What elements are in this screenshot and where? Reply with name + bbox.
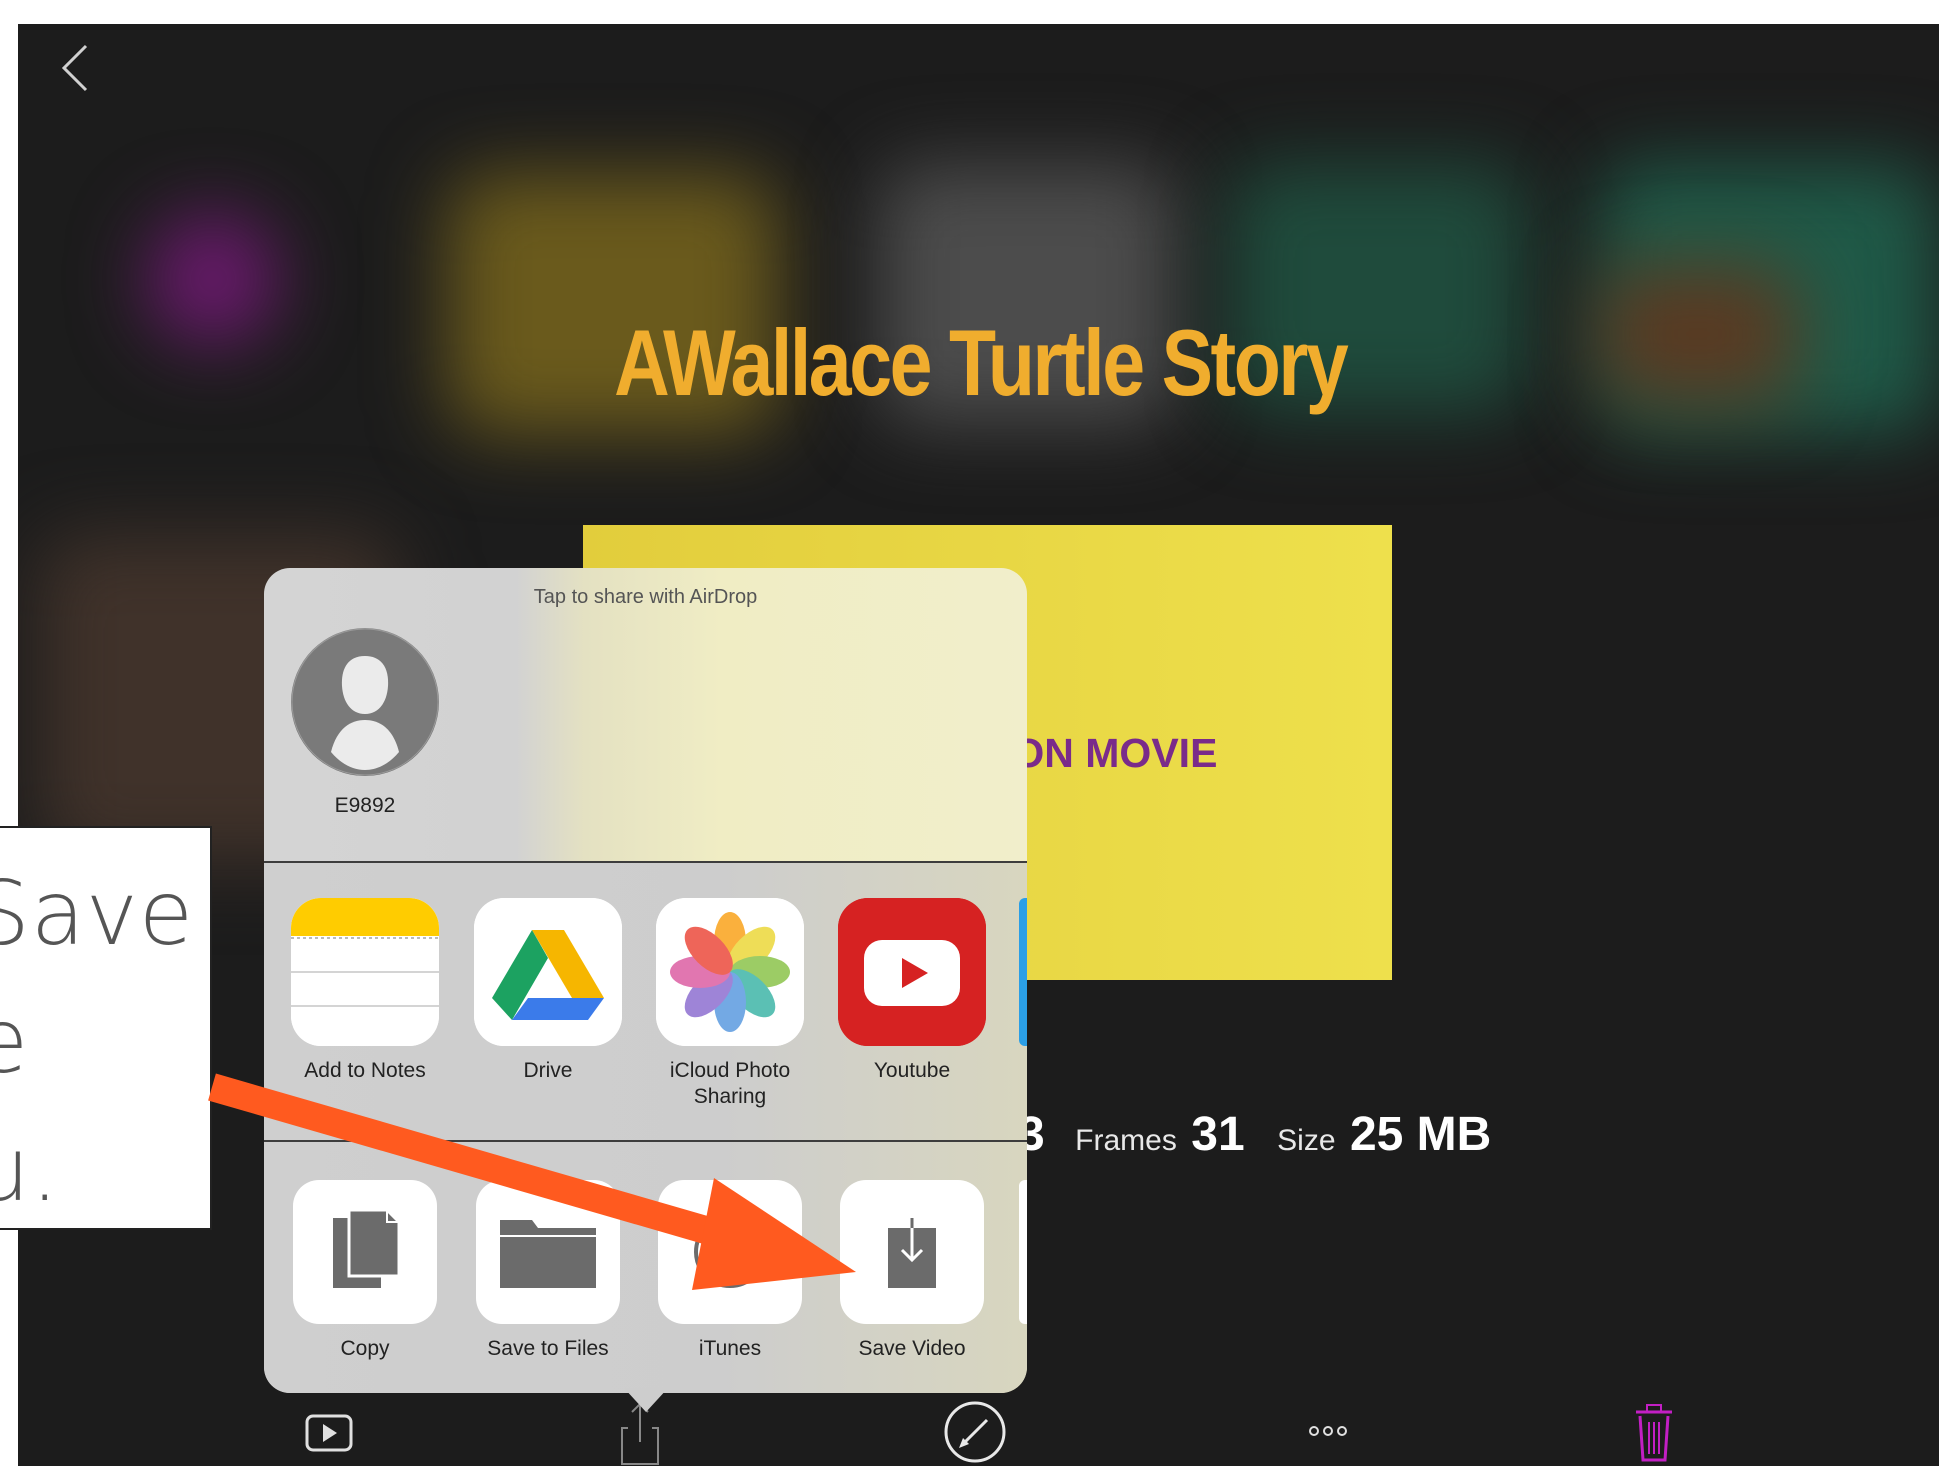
frames-label: Frames [1075, 1124, 1177, 1157]
thumbnail-title: ION MOVIE [1001, 730, 1218, 776]
app-label: Drive [523, 1059, 573, 1082]
airdrop-contact[interactable]: E9892 [290, 628, 440, 818]
app-youtube[interactable]: Youtube [837, 898, 987, 1084]
person-silhouette-icon [291, 628, 439, 776]
action-label: Copy [340, 1337, 390, 1360]
google-drive-icon [474, 898, 622, 1046]
bottom-toolbar [18, 1396, 1939, 1466]
airdrop-label: Tap to share with AirDrop [533, 586, 758, 608]
app-label: Add to Notes [304, 1059, 426, 1082]
action-partial-next[interactable] [1019, 1180, 1027, 1324]
contact-name: E9892 [334, 794, 396, 817]
app-drive[interactable]: Drive [473, 898, 623, 1084]
back-chevron-icon[interactable] [50, 40, 100, 96]
itunes-icon [658, 1180, 802, 1324]
app-partial-next[interactable] [1019, 898, 1027, 1046]
size-value: 25 MB [1349, 1108, 1492, 1161]
action-label: Save Video [858, 1337, 966, 1360]
edit-pencil-icon[interactable] [943, 1400, 1007, 1466]
save-video-icon [840, 1180, 984, 1324]
photos-icon [656, 898, 804, 1046]
youtube-icon [838, 898, 986, 1046]
share-sheet-pointer [624, 1388, 668, 1412]
app-add-to-notes[interactable]: Add to Notes [290, 898, 440, 1084]
size-label: Size [1277, 1124, 1336, 1157]
action-copy[interactable]: Copy [290, 1180, 440, 1362]
app-label: Youtube [873, 1059, 951, 1082]
divider-top [264, 861, 1027, 863]
more-dots-icon[interactable] [1308, 1424, 1348, 1443]
movie-stats: 3 Frames 31 Size 25 MB [1018, 1107, 1519, 1162]
app-label: iCloud Photo Sharing [669, 1059, 791, 1108]
callout-text: Save e u. [0, 862, 195, 1221]
action-save-to-files[interactable]: Save to Files [473, 1180, 623, 1362]
folder-icon [476, 1180, 620, 1324]
action-save-video[interactable]: Save Video [837, 1180, 987, 1362]
stage: AWallace Turtle Story ION MOVIE 3 Frames… [0, 0, 1939, 1466]
notes-icon [291, 898, 439, 1046]
share-sheet: Tap to share with AirDrop E9892 Add to N… [264, 568, 1027, 1412]
project-title: AWallace Turtle Story [614, 310, 1349, 415]
play-icon[interactable] [305, 1414, 353, 1459]
copy-icon [293, 1180, 437, 1324]
action-itunes[interactable]: iTunes [655, 1180, 805, 1362]
frames-value: 31 [1191, 1108, 1245, 1161]
action-label: Save to Files [487, 1337, 609, 1360]
trash-icon[interactable] [1634, 1402, 1674, 1466]
annotation-callout: Save e u. [0, 826, 212, 1230]
divider-middle [264, 1140, 1027, 1142]
action-label: iTunes [698, 1337, 762, 1360]
app-icloud-photo-sharing[interactable]: iCloud Photo Sharing [655, 898, 805, 1110]
